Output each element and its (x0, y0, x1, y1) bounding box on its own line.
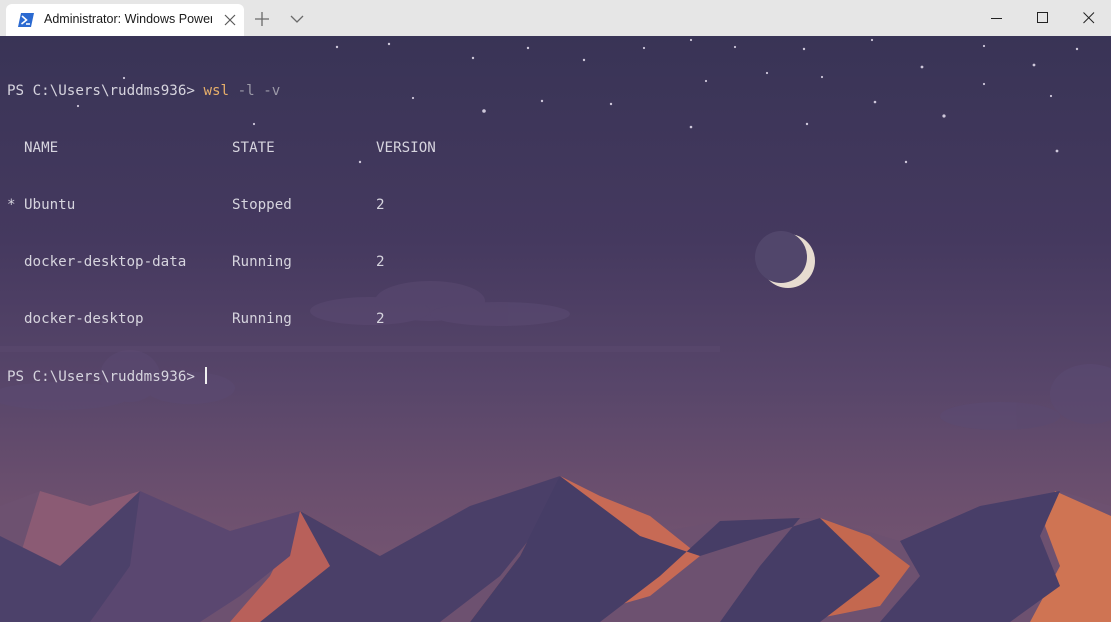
default-marker: * (7, 197, 16, 213)
minimize-button[interactable] (974, 0, 1020, 36)
tab-powershell[interactable]: Administrator: Windows PowerShell (6, 4, 244, 36)
command: wsl (203, 83, 230, 99)
maximize-icon (1037, 12, 1048, 23)
title-bar: Administrator: Windows PowerShell (0, 0, 1111, 36)
text-cursor (205, 367, 207, 384)
header-state: STATE (232, 140, 275, 156)
command-args: -l -v (237, 83, 281, 99)
row-version: 2 (376, 254, 385, 270)
tab-close-icon[interactable] (222, 12, 238, 28)
close-button[interactable] (1066, 0, 1111, 36)
prompt: PS C:\Users\ruddms936> (7, 83, 195, 99)
chevron-down-icon[interactable] (289, 12, 305, 26)
maximize-button[interactable] (1020, 0, 1066, 36)
table-row: docker-desktop Running 2 (7, 310, 385, 329)
header-name: NAME (24, 140, 59, 156)
row-state: Running (232, 254, 292, 270)
header-version: VERSION (376, 140, 436, 156)
table-row: docker-desktop-data Running 2 (7, 253, 385, 272)
row-version: 2 (376, 311, 385, 327)
table-header: NAME STATE VERSION (7, 139, 436, 158)
new-tab-icon[interactable] (253, 10, 271, 28)
moon (755, 231, 815, 288)
input-line[interactable]: PS C:\Users\ruddms936> (7, 367, 280, 386)
row-state: Stopped (232, 197, 292, 213)
row-name: docker-desktop (24, 311, 144, 327)
prompt: PS C:\Users\ruddms936> (7, 369, 195, 385)
row-name: docker-desktop-data (24, 254, 187, 270)
command-line: PS C:\Users\ruddms936> wsl -l -v (7, 82, 280, 101)
row-version: 2 (376, 197, 385, 213)
powershell-icon (18, 13, 34, 27)
row-state: Running (232, 311, 292, 327)
table-row: * Ubuntu Stopped 2 (7, 196, 385, 215)
close-icon (1083, 12, 1095, 24)
tab-title: Administrator: Windows PowerShell (44, 12, 212, 26)
terminal-output: PS C:\Users\ruddms936> wsl -l -v NAME STA… (7, 44, 436, 424)
terminal-pane[interactable]: PS C:\Users\ruddms936> wsl -l -v NAME STA… (0, 36, 1111, 622)
minimize-icon (991, 18, 1002, 19)
row-name: Ubuntu (24, 197, 76, 213)
